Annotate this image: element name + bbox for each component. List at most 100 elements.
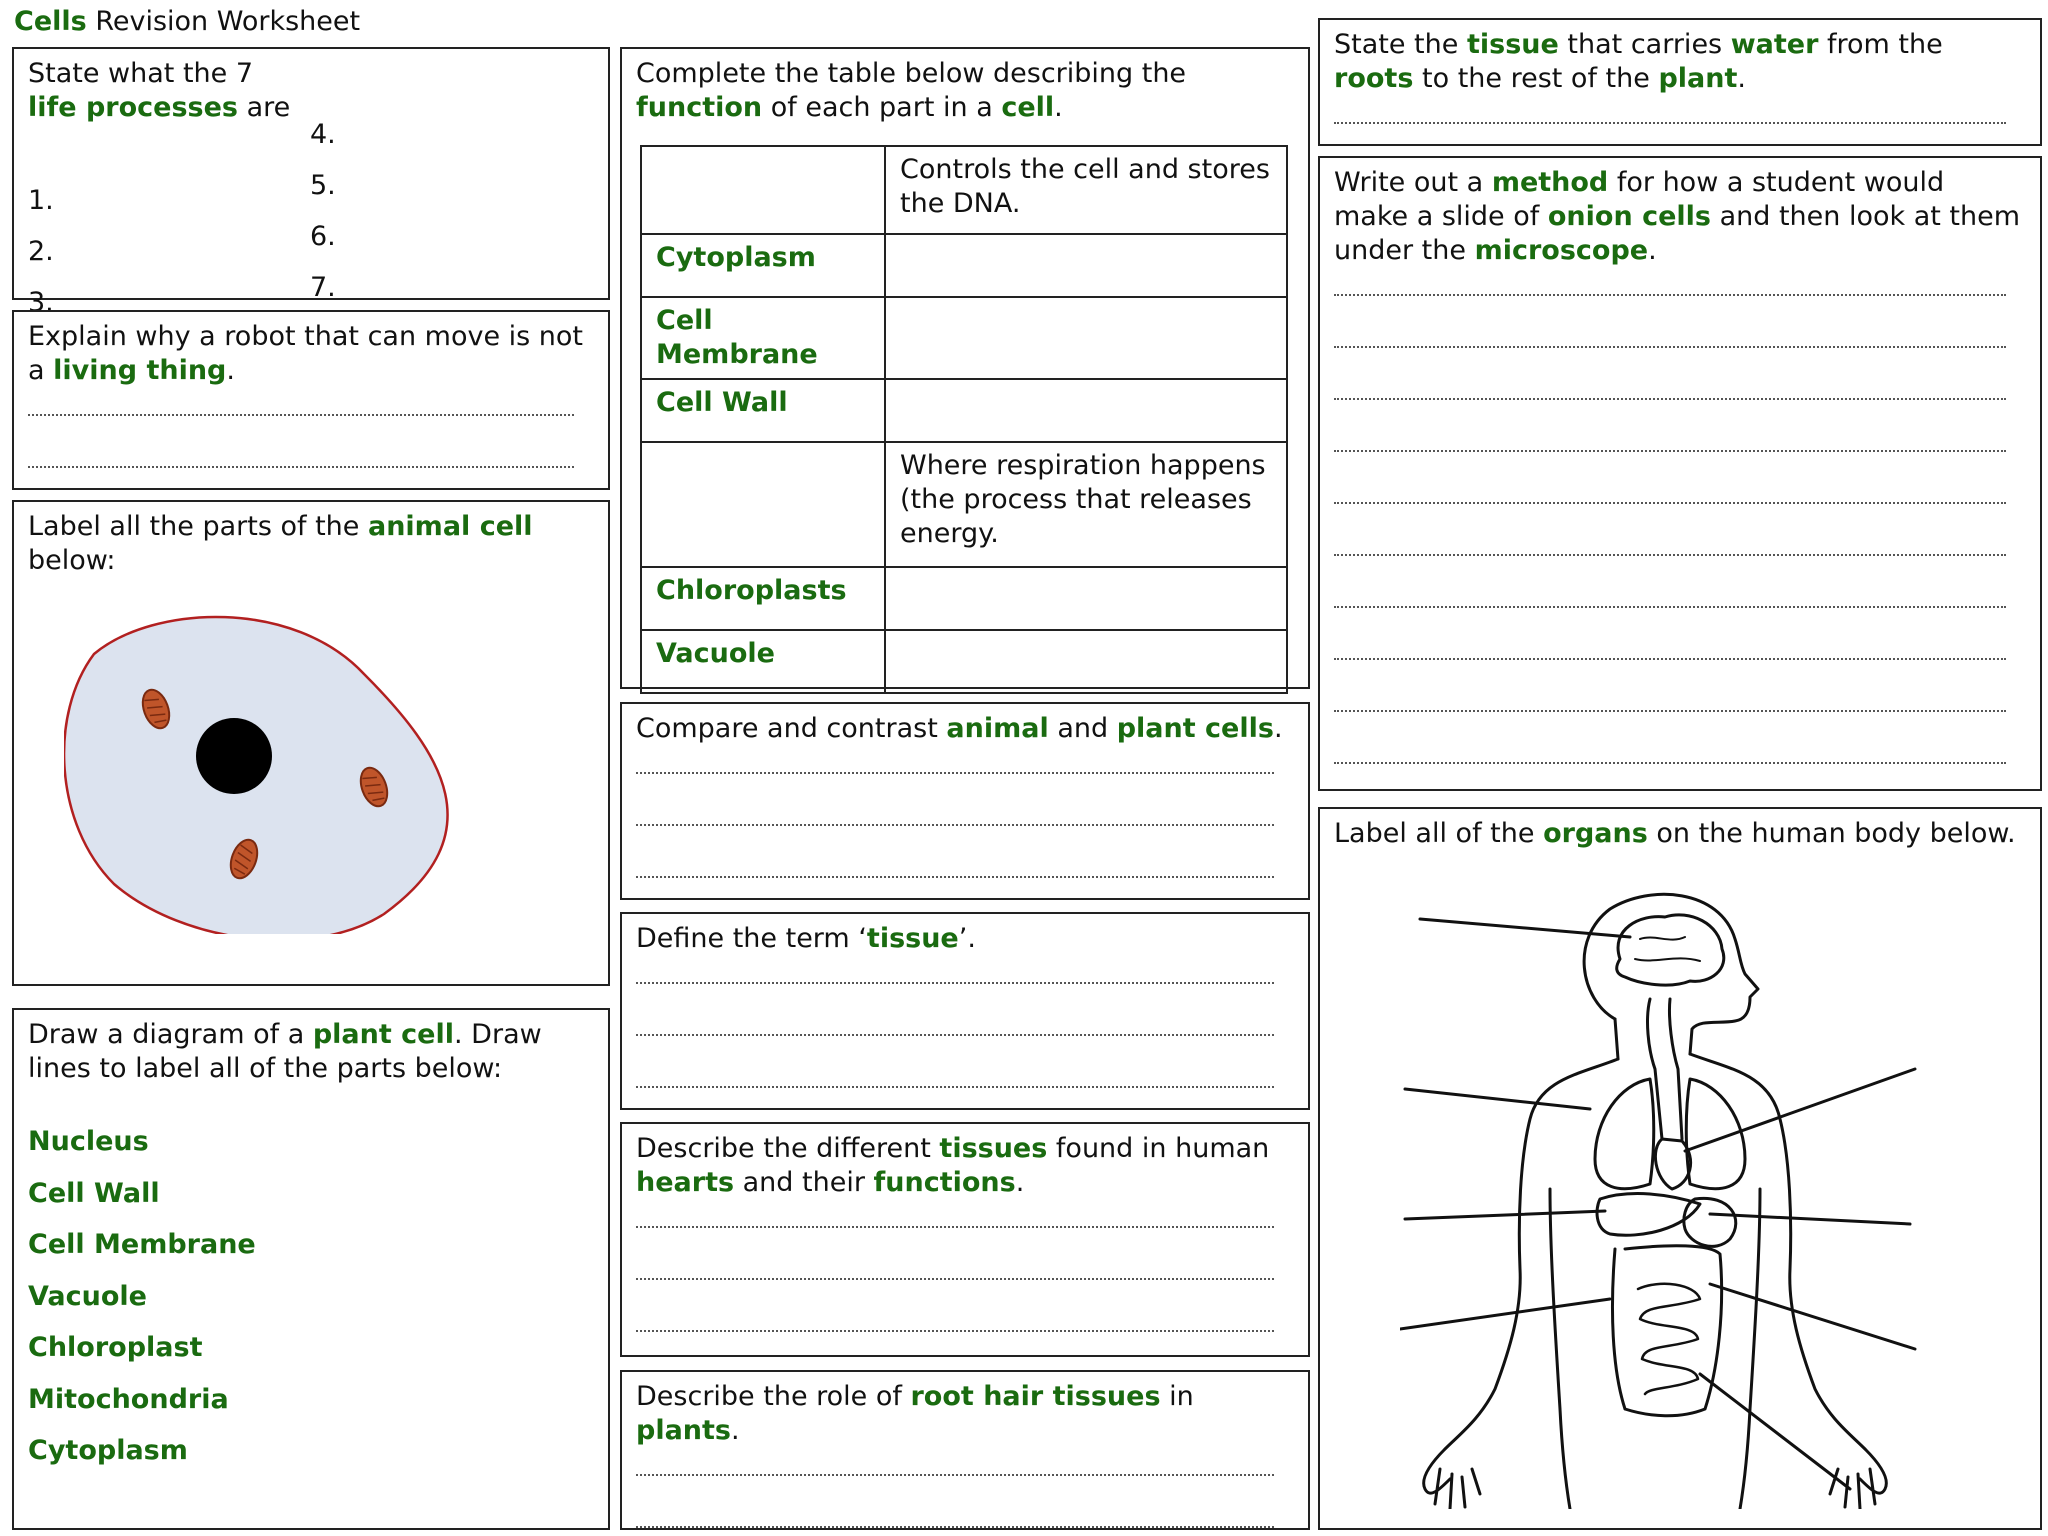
- define-tissue-box: Define the term ‘tissue’.: [620, 912, 1310, 1110]
- animal-cell-question: Label all the parts of the animal cell b…: [28, 511, 533, 576]
- plant-part-item: Chloroplast: [28, 1332, 203, 1363]
- table-part-cell[interactable]: [640, 145, 886, 235]
- table-row: Controls the cell and stores the DNA.: [640, 145, 1288, 235]
- robot-question: Explain why a robot that can move is not…: [28, 321, 584, 386]
- answer-line[interactable]: [1334, 294, 2006, 296]
- left-hand: [1422, 1447, 1482, 1509]
- answer-line[interactable]: [636, 1226, 1274, 1228]
- answer-line[interactable]: [1334, 658, 2006, 660]
- organs-box: Label all of the organs on the human bod…: [1318, 807, 2042, 1530]
- xylem-question: State the tissue that carries water from…: [1334, 29, 1943, 94]
- table-function-cell[interactable]: [884, 629, 1288, 694]
- answer-line[interactable]: [1334, 502, 2006, 504]
- answer-line[interactable]: [636, 982, 1274, 984]
- function-table-question: Complete the table below describing the …: [636, 58, 1187, 123]
- plant-cell-question: Draw a diagram of a plant cell. Draw lin…: [28, 1019, 542, 1084]
- brain-shape: [1615, 913, 1726, 987]
- table-function-cell[interactable]: Controls the cell and stores the DNA.: [884, 145, 1288, 235]
- heart-tissues-box: Describe the different tissues found in …: [620, 1122, 1310, 1357]
- table-function-cell: Where respiration happens (the process t…: [884, 441, 1288, 568]
- answer-line[interactable]: [1334, 710, 2006, 712]
- title-text: Revision Worksheet: [95, 6, 361, 37]
- answer-line[interactable]: [636, 1526, 1274, 1528]
- water-tissue-box: State the tissue that carries water from…: [1318, 18, 2042, 146]
- worksheet-title: Cells Revision Worksheet: [14, 6, 360, 37]
- hearts-question: Describe the different tissues found in …: [636, 1133, 1270, 1198]
- answer-line[interactable]: [636, 876, 1274, 878]
- cell-function-table: Controls the cell and stores the DNA. Cy…: [640, 145, 1288, 694]
- table-part-cell: Cytoplasm: [640, 233, 886, 298]
- organs-question: Label all of the organs on the human bod…: [1334, 818, 2016, 849]
- answer-line[interactable]: [1334, 762, 2006, 764]
- answer-line[interactable]: [28, 414, 574, 416]
- plant-part-item: Nucleus: [28, 1126, 149, 1157]
- table-function-cell[interactable]: [884, 566, 1288, 631]
- define-question: Define the term ‘tissue’.: [636, 923, 976, 954]
- answer-line[interactable]: [1334, 398, 2006, 400]
- plant-part-item: Cell Membrane: [28, 1229, 256, 1260]
- answer-line[interactable]: [1334, 450, 2006, 452]
- compare-question: Compare and contrast animal and plant ce…: [636, 713, 1283, 744]
- plant-part-item: Cell Wall: [28, 1177, 160, 1209]
- table-row: Cell Wall: [640, 378, 1288, 443]
- robot-question-box: Explain why a robot that can move is not…: [12, 310, 610, 490]
- table-function-cell[interactable]: [884, 233, 1288, 298]
- answer-line[interactable]: [28, 466, 574, 468]
- method-question: Write out a method for how a student wou…: [1334, 167, 2021, 266]
- heart-shape: [1653, 1137, 1693, 1191]
- title-topic: Cells: [14, 6, 87, 37]
- label-line: [1683, 1067, 1917, 1153]
- table-row: Where respiration happens (the process t…: [640, 441, 1288, 568]
- table-part-cell: Cell Membrane: [640, 296, 886, 380]
- stomach-shape: [1682, 1196, 1738, 1248]
- plant-cell-box: Draw a diagram of a plant cell. Draw lin…: [12, 1008, 610, 1530]
- root-hair-question: Describe the role of root hair tissues i…: [636, 1381, 1194, 1446]
- compare-box: Compare and contrast animal and plant ce…: [620, 702, 1310, 900]
- answer-line[interactable]: [636, 824, 1274, 826]
- life-processes-question: State what the 7 life processes are: [28, 58, 291, 123]
- answer-line[interactable]: [636, 1034, 1274, 1036]
- small-intestine: [1636, 1282, 1702, 1396]
- table-row: Chloroplasts: [640, 566, 1288, 631]
- root-hair-box: Describe the role of root hair tissues i…: [620, 1370, 1310, 1530]
- table-part-cell[interactable]: [640, 441, 886, 568]
- answer-line[interactable]: [636, 772, 1274, 774]
- function-table-box: Complete the table below describing the …: [620, 47, 1310, 694]
- table-part-cell: Vacuole: [640, 629, 886, 694]
- label-line: [1403, 1209, 1607, 1221]
- label-line: [1698, 1372, 1852, 1491]
- table-row: Cell Membrane: [640, 296, 1288, 380]
- answer-line[interactable]: [636, 1086, 1274, 1088]
- nucleus-shape: [196, 718, 272, 794]
- answer-line[interactable]: [1334, 606, 2006, 608]
- plant-part-item: Vacuole: [28, 1280, 147, 1312]
- life-processes-box: State what the 7 life processes are 1. 2…: [12, 47, 610, 318]
- table-function-cell[interactable]: [884, 296, 1288, 380]
- answer-line[interactable]: [636, 1278, 1274, 1280]
- plant-part-item: Mitochondria: [28, 1383, 229, 1415]
- label-line: [1708, 1212, 1912, 1226]
- label-line: [1708, 1282, 1917, 1351]
- label-line: [1400, 1297, 1612, 1331]
- plant-part-list: Nucleus Cell Wall Cell Membrane Vacuole …: [28, 1116, 594, 1477]
- life-process-numbers-right: 4. 5. 6. 7.: [310, 119, 336, 303]
- large-intestine: [1610, 1244, 1724, 1418]
- animal-cell-box: Label all the parts of the animal cell b…: [12, 500, 610, 986]
- answer-line[interactable]: [1334, 554, 2006, 556]
- label-line: [1403, 1087, 1592, 1111]
- answer-line[interactable]: [636, 1474, 1274, 1476]
- life-process-numbers-left: 1. 2. 3.: [28, 185, 54, 318]
- animal-cell-diagram: [64, 615, 449, 934]
- torso-outline: [1443, 1057, 1620, 1451]
- answer-line[interactable]: [1334, 122, 2006, 124]
- microscope-method-box: Write out a method for how a student wou…: [1318, 156, 2042, 791]
- human-body-diagram: [1400, 892, 1917, 1509]
- answer-line[interactable]: [1334, 346, 2006, 348]
- table-part-cell: Cell Wall: [640, 378, 886, 443]
- lung-left: [1593, 1077, 1656, 1191]
- table-row: Cytoplasm: [640, 233, 1288, 298]
- answer-line[interactable]: [636, 1330, 1274, 1332]
- plant-part-item: Cytoplasm: [28, 1435, 188, 1466]
- table-function-cell[interactable]: [884, 378, 1288, 443]
- table-part-cell: Chloroplasts: [640, 566, 886, 631]
